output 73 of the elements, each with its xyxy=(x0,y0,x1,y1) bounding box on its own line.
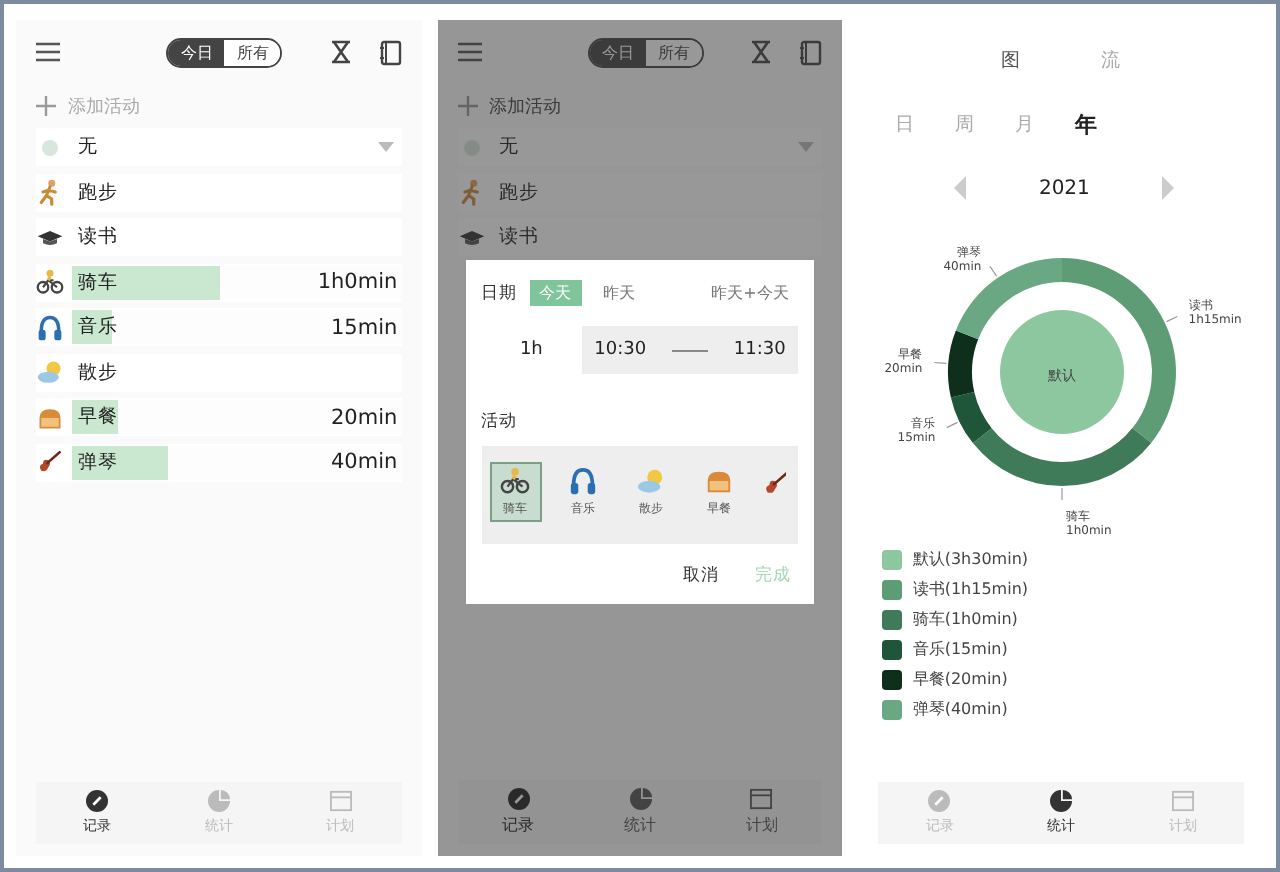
bread-icon xyxy=(704,466,735,496)
plus-icon[interactable] xyxy=(457,96,478,116)
time-range-field[interactable]: 10:30 11:30 xyxy=(581,326,799,374)
sun-cloud-icon xyxy=(36,358,64,386)
activity-name[interactable]: 早餐 xyxy=(72,404,124,430)
year-text: 2021 xyxy=(1038,177,1090,199)
nav-tab[interactable]: 记录 xyxy=(502,788,535,836)
activity-name[interactable]: 跑步 xyxy=(72,179,124,205)
activity-name[interactable]: 音乐 xyxy=(72,314,124,340)
bicycle-icon xyxy=(500,466,531,496)
headphones-icon xyxy=(36,313,64,341)
legend-label: 默认(3h30min) xyxy=(912,548,1029,570)
date-option[interactable]: 昨天+今天 xyxy=(701,280,799,306)
notebook-icon[interactable] xyxy=(800,39,823,65)
pencil-icon xyxy=(507,788,530,810)
scope-tab[interactable]: 所有 xyxy=(224,39,281,65)
period-tab[interactable]: 年 xyxy=(1074,110,1097,140)
add-activity-field[interactable]: 添加活动 xyxy=(489,93,562,119)
calendar-icon xyxy=(329,790,352,812)
view-tab[interactable]: 图 xyxy=(1001,48,1022,74)
dropdown-caret-icon[interactable] xyxy=(377,142,394,152)
activity-name[interactable]: 骑车 xyxy=(72,269,124,295)
current-activity[interactable]: 无 xyxy=(493,134,526,160)
nav-tab[interactable]: 计划 xyxy=(745,788,778,836)
sun-cloud-icon xyxy=(636,466,667,496)
activity-duration: 15min xyxy=(331,315,400,339)
notebook-icon[interactable] xyxy=(379,39,402,65)
pencil-icon xyxy=(85,790,108,812)
activity-duration: 40min xyxy=(331,450,400,474)
activity-name[interactable]: 读书 xyxy=(493,224,546,250)
legend-label: 骑车(1h0min) xyxy=(912,608,1018,630)
hourglass-icon[interactable] xyxy=(750,40,773,64)
headphones-icon xyxy=(568,466,599,496)
plus-icon[interactable] xyxy=(36,96,56,116)
legend-label: 音乐(15min) xyxy=(912,638,1008,660)
pie-chart-icon xyxy=(629,788,651,810)
pie-chart-icon xyxy=(1050,790,1073,812)
activity-name[interactable]: 跑步 xyxy=(493,179,546,205)
activity-name[interactable]: 弹琴 xyxy=(72,449,124,475)
calendar-icon xyxy=(750,788,773,810)
date-option[interactable]: 昨天 xyxy=(593,280,646,306)
activity-label: 活动 xyxy=(481,410,520,434)
legend-label: 早餐(20min) xyxy=(912,668,1008,690)
leader-line xyxy=(934,361,948,364)
activity-duration: 1h0min xyxy=(317,270,400,294)
leader-line xyxy=(1166,315,1179,323)
duration-text: 1h xyxy=(517,340,545,360)
activity-name[interactable]: 散步 xyxy=(72,359,124,385)
leader-line xyxy=(946,421,959,429)
legend-label: 读书(1h15min) xyxy=(912,578,1029,600)
nav-tab[interactable]: 统计 xyxy=(624,788,656,836)
menu-icon[interactable] xyxy=(457,42,482,62)
leader-line xyxy=(1062,487,1064,501)
cancel-button[interactable]: 取消 xyxy=(682,560,719,592)
menu-icon[interactable] xyxy=(36,42,60,62)
pie-chart-icon xyxy=(207,790,230,812)
status-dot-icon xyxy=(42,139,58,155)
activity-duration: 20min xyxy=(331,405,400,429)
activity-name[interactable]: 读书 xyxy=(72,224,124,250)
bread-icon xyxy=(36,403,64,431)
scope-tab[interactable]: 今日 xyxy=(168,39,225,65)
violin-icon xyxy=(761,468,786,498)
date-label: 日期 xyxy=(481,281,518,305)
hourglass-icon[interactable] xyxy=(329,40,352,64)
bicycle-icon xyxy=(36,268,64,296)
calendar-icon xyxy=(1172,790,1195,812)
scope-tab[interactable]: 今日 xyxy=(590,39,646,65)
legend-label: 弹琴(40min) xyxy=(912,698,1008,720)
leader-line xyxy=(989,265,998,277)
current-activity[interactable]: 无 xyxy=(72,134,104,160)
pencil-icon xyxy=(928,790,951,812)
violin-icon xyxy=(36,448,64,476)
center-disk xyxy=(1000,310,1125,434)
